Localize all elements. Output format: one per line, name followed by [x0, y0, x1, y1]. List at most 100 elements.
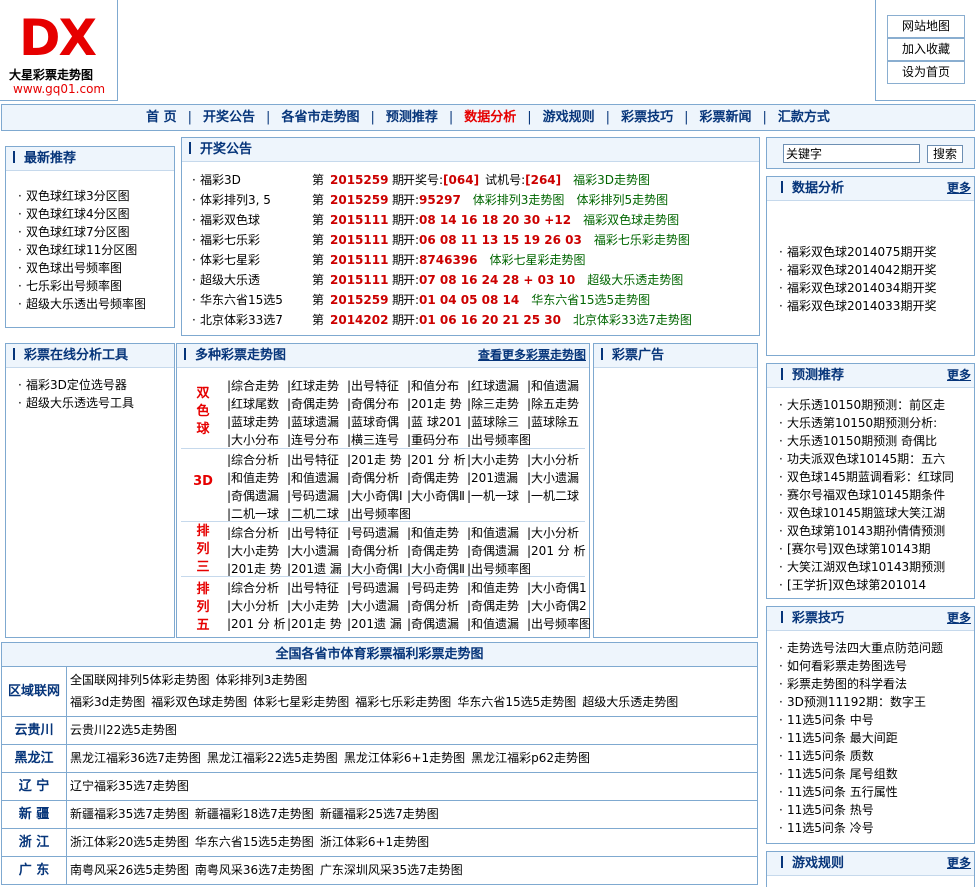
draw-trend-link[interactable]: 超级大乐透走势图 [587, 273, 683, 287]
province-trend-link[interactable]: 全国联网排列5体彩走势图 [70, 673, 210, 687]
trend-chart-link[interactable]: |除五走势 [527, 395, 587, 413]
list-item[interactable]: · 大乐透10150期预测：前区走 [779, 396, 954, 414]
trend-chart-link[interactable]: |奇偶走势 [407, 469, 467, 487]
draw-game-name[interactable]: 福彩3D [200, 170, 241, 190]
trend-chart-link[interactable]: |一机一球 [467, 487, 527, 505]
list-item[interactable]: · 走势选号法四大重点防范问题 [779, 639, 943, 657]
province-trend-link[interactable]: 超级大乐透走势图 [582, 695, 678, 709]
list-item[interactable]: · [王学折]双色球第201014 [779, 576, 954, 594]
trend-chart-link[interactable]: |蓝球走势 [227, 413, 287, 431]
trend-chart-link[interactable]: |红球尾数 [227, 395, 287, 413]
trend-chart-link[interactable]: |201走 势 [287, 615, 347, 633]
nav-forecast[interactable]: 预测推荐 [386, 110, 438, 125]
list-item[interactable]: · 11选5问条 热号 [779, 801, 943, 819]
trend-chart-link[interactable]: |和值遗漏 [467, 615, 527, 633]
province-trend-link[interactable]: 新疆福彩35选7走势图 [70, 807, 189, 821]
list-item[interactable]: · 11选5问条 五行属性 [779, 783, 943, 801]
province-trend-link[interactable]: 福彩双色球走势图 [151, 695, 247, 709]
trend-chart-link[interactable]: |和值走势 [467, 579, 527, 597]
province-trend-link[interactable]: 南粤风采36选7走势图 [195, 863, 314, 877]
nav-draw-results[interactable]: 开奖公告 [203, 110, 255, 125]
list-item[interactable]: · 双色球10145期篮球大笑江湖 [779, 504, 954, 522]
add-favorite-link[interactable]: 加入收藏 [887, 38, 965, 61]
province-trend-link[interactable]: 华东六省15选5走势图 [457, 695, 576, 709]
trend-chart-link[interactable]: |一机二球 [527, 487, 587, 505]
trend-chart-link[interactable]: |大小遗漏 [287, 542, 347, 560]
trend-chart-link[interactable]: |综合走势 [227, 377, 287, 395]
trend-chart-link[interactable]: |奇偶遗漏 [227, 487, 287, 505]
trend-chart-link[interactable]: |奇偶遗漏 [467, 542, 527, 560]
rules-more-link[interactable]: 更多 [947, 852, 971, 875]
draw-trend-link[interactable]: 福彩双色球走势图 [583, 213, 679, 227]
trend-chart-link[interactable]: |连号分布 [287, 431, 347, 449]
trend-chart-link[interactable]: |蓝球遗漏 [287, 413, 347, 431]
trend-chart-link[interactable]: |重码分布 [407, 431, 467, 449]
trend-chart-link[interactable]: |蓝球奇偶 [347, 413, 407, 431]
province-trend-link[interactable]: 辽宁福彩35选7走势图 [70, 779, 189, 793]
list-item[interactable]: · 福彩双色球2014033期开奖 [779, 297, 936, 315]
trend-chart-link[interactable]: |出号特征 [287, 524, 347, 542]
province-trend-link[interactable]: 体彩排列3走势图 [216, 673, 308, 687]
draw-trend-link[interactable]: 体彩七星彩走势图 [490, 253, 586, 267]
draw-game-name[interactable]: 体彩七星彩 [200, 250, 260, 270]
list-item[interactable]: · 双色球红球11分区图 [18, 241, 146, 259]
trend-chart-link[interactable]: |出号特征 [347, 377, 407, 395]
trend-chart-link[interactable]: |大小分析 [527, 451, 587, 469]
trend-chart-link[interactable]: |综合分析 [227, 451, 287, 469]
trend-chart-link[interactable]: |大小走势 [287, 597, 347, 615]
trend-chart-link[interactable]: |号码走势 [407, 579, 467, 597]
trend-chart-link[interactable]: |和值遗漏 [527, 377, 587, 395]
trend-chart-link[interactable]: |奇偶分布 [347, 395, 407, 413]
list-item[interactable]: · 福彩3D定位选号器 [18, 376, 134, 394]
trend-chart-link[interactable]: |大小走势 [467, 451, 527, 469]
list-item[interactable]: · 福彩双色球2014075期开奖 [779, 243, 936, 261]
trend-chart-link[interactable]: |蓝 球201 [407, 413, 467, 431]
tips-more-link[interactable]: 更多 [947, 607, 971, 630]
trend-chart-link[interactable]: |奇偶分析 [407, 597, 467, 615]
search-input[interactable] [783, 144, 920, 163]
list-item[interactable]: · [赛尔号]双色球第10143期 [779, 540, 954, 558]
list-item[interactable]: · 3D预测11192期：数字王 [779, 693, 943, 711]
list-item[interactable]: · 超级大乐透出号频率图 [18, 295, 146, 313]
nav-payment[interactable]: 汇款方式 [778, 110, 830, 125]
draw-trend-link-2[interactable]: 体彩排列5走势图 [576, 193, 668, 207]
list-item[interactable]: · 大乐透10150期预测 奇偶比 [779, 432, 954, 450]
trend-chart-link[interactable]: |号码遗漏 [287, 487, 347, 505]
province-trend-link[interactable]: 黑龙江福彩22选5走势图 [207, 751, 338, 765]
province-trend-link[interactable]: 福彩七乐彩走势图 [355, 695, 451, 709]
province-trend-link[interactable]: 云贵川22选5走势图 [70, 723, 177, 737]
trend-chart-link[interactable]: |大小奇偶2 [527, 597, 587, 615]
trend-chart-link[interactable]: |横三连号 [347, 431, 407, 449]
list-item[interactable]: · 双色球出号频率图 [18, 259, 146, 277]
draw-game-name[interactable]: 华东六省15选5 [200, 290, 283, 310]
list-item[interactable]: · 双色球145期蓝调看彩：红球同 [779, 468, 954, 486]
trend-chart-link[interactable]: |大小分析 [227, 597, 287, 615]
trend-chart-link[interactable]: |蓝球除三 [467, 413, 527, 431]
draw-game-name[interactable]: 北京体彩33选7 [200, 310, 283, 330]
trend-chart-link[interactable]: |201走 势 [407, 395, 467, 413]
trend-chart-link[interactable]: |201 分 析 [227, 615, 287, 633]
trend-chart-link[interactable]: |奇偶走势 [287, 395, 347, 413]
draw-game-name[interactable]: 福彩七乐彩 [200, 230, 260, 250]
trend-chart-link[interactable]: |大小奇偶Ⅱ [407, 487, 467, 505]
set-homepage-link[interactable]: 设为首页 [887, 61, 965, 84]
list-item[interactable]: · 双色球红球4分区图 [18, 205, 146, 223]
list-item[interactable]: · 大乐透第10150期预测分析: [779, 414, 954, 432]
list-item[interactable]: · 双色球红球7分区图 [18, 223, 146, 241]
trend-chart-link[interactable]: |大小分布 [227, 431, 287, 449]
list-item[interactable]: · 功夫派双色球10145期：五六 [779, 450, 954, 468]
province-trend-link[interactable]: 华东六省15选5走势图 [195, 835, 314, 849]
trend-chart-link[interactable]: |大小分析 [527, 524, 587, 542]
draw-game-name[interactable]: 超级大乐透 [200, 270, 260, 290]
trend-chart-link[interactable]: |201遗 漏 [347, 615, 407, 633]
forecast-more-link[interactable]: 更多 [947, 364, 971, 387]
list-item[interactable]: · 福彩双色球2014042期开奖 [779, 261, 936, 279]
trend-chart-link[interactable]: |奇偶分析 [347, 542, 407, 560]
province-trend-link[interactable]: 浙江体彩6+1走势图 [320, 835, 429, 849]
draw-trend-link[interactable]: 华东六省15选5走势图 [531, 293, 650, 307]
trend-chart-link[interactable]: |奇偶遗漏 [407, 615, 467, 633]
analysis-more-link[interactable]: 更多 [947, 177, 971, 200]
trend-chart-link[interactable]: |红球遗漏 [467, 377, 527, 395]
trend-chart-link[interactable]: |奇偶走势 [467, 597, 527, 615]
trend-chart-link[interactable]: |201遗漏 [467, 469, 527, 487]
